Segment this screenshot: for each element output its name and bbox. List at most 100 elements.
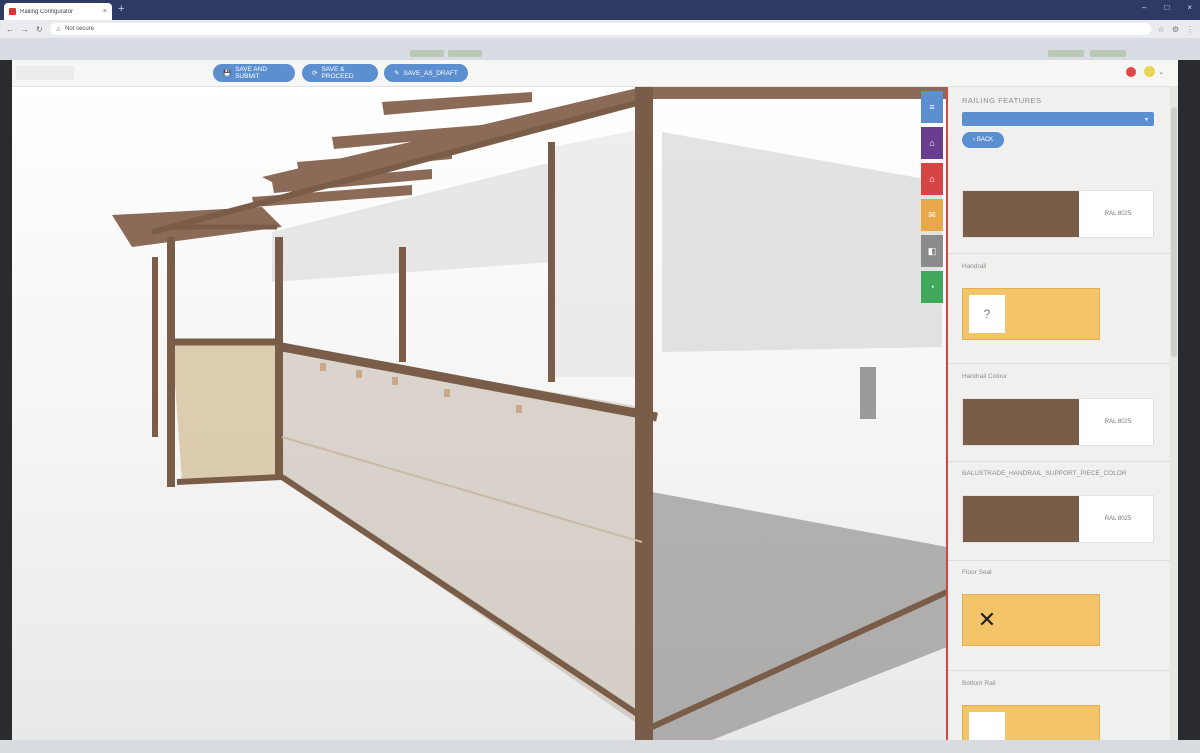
support-piece-colour-section: BALUSTRADE_HANDRAIL_SUPPORT_PIECE_COLOR …: [962, 470, 1154, 543]
color-chip: [963, 399, 1079, 445]
bookmark-item[interactable]: [1090, 50, 1126, 57]
browser-menu-icon[interactable]: ⋮: [1186, 25, 1194, 34]
cross-icon: ✕: [977, 607, 997, 632]
section-label: Handrail: [962, 263, 987, 270]
chat-icon: ◔: [929, 282, 935, 292]
divider: [948, 461, 1170, 462]
bottom-bar: [0, 740, 1200, 753]
proceed-icon: ⟳: [312, 70, 318, 77]
tab-message[interactable]: ✉: [921, 199, 943, 231]
panel-scrollbar[interactable]: [1170, 87, 1178, 740]
back-arrow-icon[interactable]: ←: [6, 25, 14, 34]
message-icon: ✉: [928, 209, 936, 220]
bottom-rail-thumbnail: [969, 712, 1005, 740]
notification-badge[interactable]: [1125, 66, 1136, 77]
bookmark-item[interactable]: [448, 50, 482, 57]
color-name: RAL 8025: [1104, 516, 1132, 522]
back-icon: ‹: [972, 137, 975, 143]
scrollbar-thumb[interactable]: [1171, 107, 1177, 357]
menu-icon: ≡: [929, 102, 935, 112]
save-and-proceed-button[interactable]: ⟳ SAVE & PROCEED: [302, 64, 378, 82]
color-chip: [963, 496, 1079, 542]
reload-icon[interactable]: ↻: [36, 25, 43, 34]
side-tab-strip: ≡ ⌂ ⌂ ✉ ◧ ◔: [921, 91, 943, 307]
user-area[interactable]: ⌄: [1122, 66, 1164, 77]
save-and-submit-button[interactable]: 💾 SAVE AND SUBMIT: [213, 64, 295, 82]
browser-tab[interactable]: Railing Configurator ×: [4, 3, 112, 20]
app-toolbar: 💾 SAVE AND SUBMIT ⟳ SAVE & PROCEED ✎ SAV…: [12, 60, 1178, 87]
maximize-icon[interactable]: □: [1164, 3, 1169, 12]
save-as-draft-button[interactable]: ✎ SAVE_AS_DRAFT: [384, 64, 468, 82]
color-name: RAL 8025: [1104, 419, 1132, 425]
color-option[interactable]: RAL 8025: [962, 190, 1154, 238]
railing-features-panel: RAILING FEATURES ▾ ‹ BACK RAL 8025 Handr…: [946, 87, 1178, 740]
bookmark-item[interactable]: [410, 50, 444, 57]
tab-favicon-icon: [9, 8, 16, 15]
section-label: Handrail Colour: [962, 373, 1008, 380]
user-avatar[interactable]: [1143, 66, 1155, 77]
railing-icon: ⌂: [929, 174, 935, 184]
chevron-down-icon: ▾: [1144, 116, 1148, 123]
blinds-panel: [662, 132, 942, 352]
feature-select[interactable]: ▾: [962, 112, 1154, 126]
back-button[interactable]: ‹ BACK: [962, 132, 1004, 148]
extension-icon[interactable]: ⚙: [1172, 25, 1179, 34]
wall-light: [860, 367, 876, 419]
color-option[interactable]: RAL 8025: [962, 398, 1154, 446]
save-as-draft-label: SAVE_AS_DRAFT: [403, 69, 458, 77]
tab-layers[interactable]: ◧: [921, 235, 943, 267]
url-field[interactable]: ⚠ Not secure: [49, 23, 1151, 35]
bookmark-item[interactable]: [1048, 50, 1084, 57]
close-window-icon[interactable]: ×: [1187, 3, 1192, 12]
home-icon: ⌂: [929, 138, 935, 148]
save-and-submit-label: SAVE AND SUBMIT: [235, 66, 268, 80]
tab-railing[interactable]: ⌂: [921, 163, 943, 195]
panel-title: RAILING FEATURES: [962, 96, 1042, 105]
handrail-option-card[interactable]: ?: [962, 288, 1100, 340]
tab-title: Railing Configurator: [20, 8, 74, 15]
save-icon: 💾: [223, 70, 232, 77]
window-controls: – □ ×: [1142, 3, 1192, 12]
section-label: BALUSTRADE_HANDRAIL_SUPPORT_PIECE_COLOR: [962, 470, 1127, 477]
question-mark-icon: ?: [969, 295, 1005, 333]
back-label: BACK: [976, 137, 994, 143]
save-and-proceed-label: SAVE & PROCEED: [321, 66, 354, 80]
color-name: RAL 8025: [1104, 211, 1132, 217]
layers-icon: ◧: [927, 245, 937, 256]
new-tab-button[interactable]: +: [118, 3, 124, 15]
draft-icon: ✎: [394, 70, 400, 77]
forward-arrow-icon[interactable]: →: [21, 25, 29, 34]
floor-seal-section: Floor Seal ✕: [962, 569, 1154, 646]
3d-viewport[interactable]: [12, 87, 947, 740]
color-option[interactable]: RAL 8025: [962, 495, 1154, 543]
floor-seal-option-card[interactable]: ✕: [962, 594, 1100, 646]
color-chip: [963, 191, 1079, 237]
screenshot-frame: Railing Configurator × + – □ × ← → ↻ ⚠ N…: [0, 0, 1200, 753]
tab-chat[interactable]: ◔: [921, 271, 943, 303]
configurator-app: 💾 SAVE AND SUBMIT ⟳ SAVE & PROCEED ✎ SAV…: [12, 60, 1178, 740]
section-label: Floor Seal: [962, 569, 992, 576]
bottom-rail-option-card[interactable]: [962, 705, 1100, 740]
user-menu-chevron-icon[interactable]: ⌄: [1159, 68, 1164, 76]
minimize-icon[interactable]: –: [1142, 3, 1146, 12]
tab-menu[interactable]: ≡: [921, 91, 943, 123]
divider: [948, 670, 1170, 671]
browser-tab-bar: Railing Configurator × + – □ ×: [0, 0, 1200, 20]
divider: [948, 560, 1170, 561]
divider: [948, 253, 1170, 254]
handrail-colour-section: Handrail Colour RAL 8025: [962, 373, 1154, 446]
url-security-label: Not secure: [65, 26, 95, 32]
section-label: Bottom Rail: [962, 680, 996, 687]
bookmarks-bar: [0, 38, 1200, 60]
warning-icon: ⚠: [55, 26, 62, 33]
address-bar: ← → ↻ ⚠ Not secure ☆ ⚙ ⋮: [0, 20, 1200, 38]
handrail-section: Handrail ?: [962, 263, 1154, 340]
deck-floor: [652, 492, 947, 740]
tab-home[interactable]: ⌂: [921, 127, 943, 159]
bookmark-star-icon[interactable]: ☆: [1158, 25, 1165, 34]
divider: [948, 363, 1170, 364]
bottom-rail-section: Bottom Rail: [962, 680, 1154, 740]
left-glass-panel: [172, 342, 282, 482]
app-logo: [16, 66, 74, 80]
tab-close-icon[interactable]: ×: [103, 8, 107, 15]
